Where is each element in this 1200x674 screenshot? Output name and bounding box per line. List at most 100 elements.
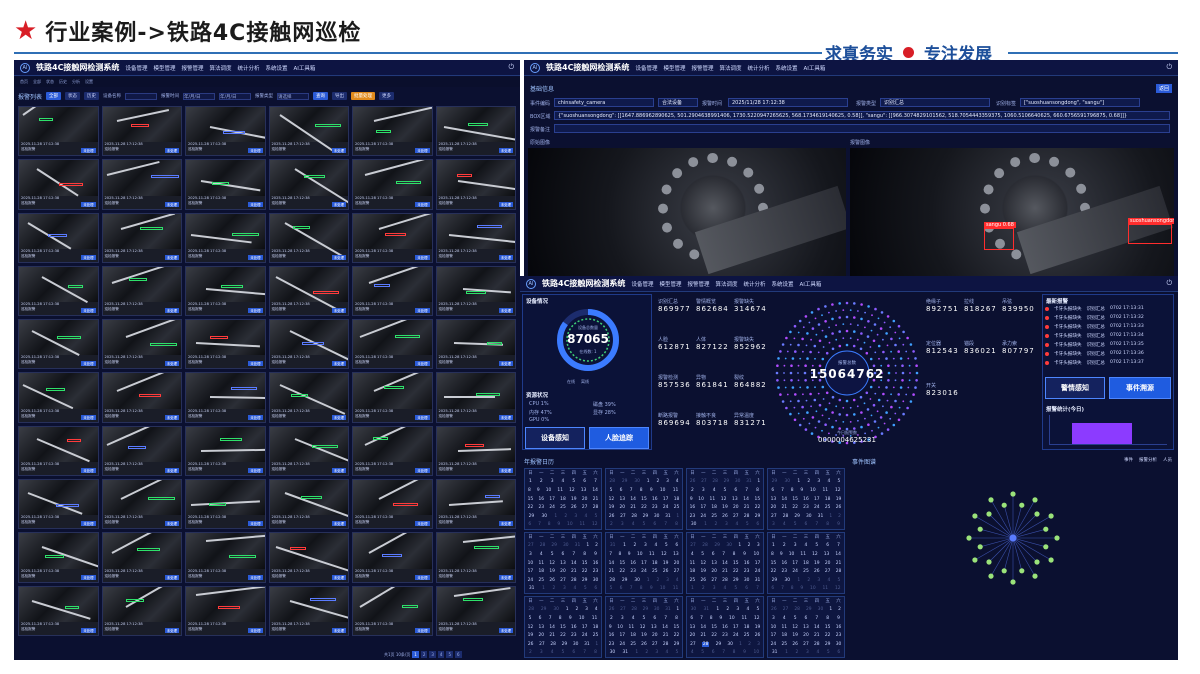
day-cell[interactable]: 31 (584, 642, 590, 647)
day-cell[interactable]: 21 (700, 633, 706, 638)
tile-status-badge[interactable]: 未处理 (248, 574, 263, 580)
tile-status-badge[interactable]: 未处理 (164, 468, 179, 474)
graph-node[interactable] (988, 497, 994, 503)
alarm-tile[interactable]: 2025-11-28 17:12:38 巡检报警 未处理 (185, 319, 266, 370)
day-cell[interactable]: 15 (711, 625, 717, 630)
day-cell[interactable]: 28 (571, 578, 577, 583)
day-cell[interactable]: 4 (595, 607, 598, 612)
tile-status-badge[interactable]: 未处理 (415, 308, 430, 314)
day-cell[interactable]: 11 (823, 488, 829, 493)
alarm-tile[interactable]: 2025-11-28 17:12:38 巡检报警 未处理 (268, 372, 349, 423)
day-cell[interactable]: 9 (537, 488, 540, 493)
day-cell[interactable]: 30 (593, 578, 599, 583)
alarm-tile[interactable]: 2025-11-28 17:12:38 巡检报警 未处理 (352, 319, 433, 370)
day-cell[interactable]: 17 (641, 561, 647, 566)
tile-status-badge[interactable]: 未处理 (498, 574, 513, 580)
day-cell[interactable]: 10 (754, 650, 760, 655)
day-cell[interactable]: 25 (630, 642, 636, 647)
day-cell[interactable]: 5 (757, 607, 760, 612)
day-cell[interactable]: 28 (702, 543, 708, 548)
graph-node[interactable] (966, 535, 972, 541)
day-cell[interactable]: 23 (722, 633, 728, 638)
alarm-tile[interactable]: 2025-11-28 17:12:38 巡检报警 未处理 (435, 372, 516, 423)
day-cell[interactable]: 10 (810, 586, 816, 591)
day-cell[interactable]: 29 (622, 479, 628, 484)
day-cell[interactable]: 2 (610, 616, 613, 621)
batch-button[interactable]: 批量处理 (351, 92, 376, 100)
graph-node[interactable] (1010, 579, 1016, 585)
day-cell[interactable]: 24 (700, 514, 706, 519)
day-cell[interactable]: 6 (653, 522, 656, 527)
day-cell[interactable]: 17 (755, 561, 761, 566)
day-cell[interactable]: 18 (538, 569, 544, 574)
day-cell[interactable]: 28 (701, 641, 710, 647)
day-cell[interactable]: 28 (609, 479, 615, 484)
day-cell[interactable]: 9 (837, 616, 840, 621)
day-cell[interactable]: 30 (691, 607, 697, 612)
day-cell[interactable]: 8 (791, 488, 794, 493)
day-cell[interactable]: 2 (748, 642, 751, 647)
day-cell[interactable]: 5 (746, 522, 749, 527)
day-cell[interactable]: 2 (645, 650, 648, 655)
day-cell[interactable]: 7 (815, 616, 818, 621)
day-cell[interactable]: 4 (783, 522, 786, 527)
day-cell[interactable]: 4 (584, 514, 587, 519)
tile-status-badge[interactable]: 未处理 (81, 521, 96, 527)
alarm-tile[interactable]: 2025-11-28 17:12:38 巡检报警 未处理 (18, 106, 99, 157)
day-cell[interactable]: 3 (736, 607, 739, 612)
export-button[interactable]: 导出 (332, 92, 348, 100)
type-select[interactable]: 请选择 (277, 92, 310, 100)
day-cell[interactable]: 25 (690, 578, 696, 583)
day-cell[interactable]: 21 (836, 561, 842, 566)
day-cell[interactable]: 6 (756, 522, 759, 527)
day-cell[interactable]: 24 (641, 569, 647, 574)
day-cell[interactable]: 13 (824, 552, 830, 557)
day-cell[interactable]: 9 (780, 552, 783, 557)
day-cell[interactable]: 25 (803, 569, 809, 574)
day-cell[interactable]: 1 (676, 514, 679, 519)
day-cell[interactable]: 5 (665, 543, 668, 548)
day-cell[interactable]: 1 (829, 514, 832, 519)
day-cell[interactable]: 1 (676, 607, 679, 612)
day-cell[interactable]: 7 (700, 616, 703, 621)
day-cell[interactable]: 16 (652, 497, 658, 502)
day-cell[interactable]: 22 (674, 633, 680, 638)
day-cell[interactable]: 3 (757, 642, 760, 647)
nav-alarm[interactable]: 报警管理 (181, 64, 203, 72)
day-cell[interactable]: 10 (617, 625, 623, 630)
day-cell[interactable]: 1 (566, 607, 569, 612)
day-cell[interactable]: 27 (771, 514, 777, 519)
day-cell[interactable]: 20 (674, 561, 680, 566)
day-cell[interactable]: 16 (803, 497, 809, 502)
day-cell[interactable]: 4 (573, 586, 576, 591)
day-cell[interactable]: 3 (702, 488, 705, 493)
box-field[interactable]: {"suoshuansongdong": [[1647.886962890625… (554, 111, 1170, 120)
day-cell[interactable]: 29 (724, 479, 730, 484)
day-cell[interactable]: 24 (582, 633, 588, 638)
day-cell[interactable]: 14 (835, 552, 841, 557)
day-cell[interactable]: 8 (756, 488, 759, 493)
tile-status-badge[interactable]: 未处理 (331, 254, 346, 260)
nav-settings[interactable]: 系统设置 (266, 64, 288, 72)
day-cell[interactable]: 24 (771, 642, 777, 647)
nav-stats[interactable]: 统计分析 (238, 64, 260, 72)
day-cell[interactable]: 25 (825, 505, 831, 510)
alarm-tile[interactable]: 2025-11-28 17:12:38 巡检报警 未处理 (268, 479, 349, 530)
day-cell[interactable]: 13 (619, 497, 625, 502)
alarm-tile[interactable]: 2025-11-28 17:12:38 巡检报警 未处理 (435, 212, 516, 263)
graph-node[interactable] (1010, 491, 1016, 497)
latest-alarm-item[interactable]: 卡牙头报缺失 识别汇总 0702 17:13:37 (1045, 359, 1171, 366)
day-cell[interactable]: 1 (647, 479, 650, 484)
device-sense-button[interactable]: 设备感知 (525, 427, 585, 449)
alarm-sense-button[interactable]: 警情感知 (1045, 377, 1105, 399)
day-cell[interactable]: 5 (838, 479, 841, 484)
day-cell[interactable]: 27 (783, 607, 789, 612)
tile-status-badge[interactable]: 未处理 (415, 361, 430, 367)
day-cell[interactable]: 8 (710, 616, 713, 621)
day-cell[interactable]: 4 (735, 522, 738, 527)
day-cell[interactable]: 24 (549, 505, 555, 510)
tile-status-badge[interactable]: 未处理 (81, 148, 96, 154)
day-cell[interactable]: 14 (781, 497, 787, 502)
day-cell[interactable]: 31 (703, 607, 709, 612)
day-cell[interactable]: 8 (559, 616, 562, 621)
